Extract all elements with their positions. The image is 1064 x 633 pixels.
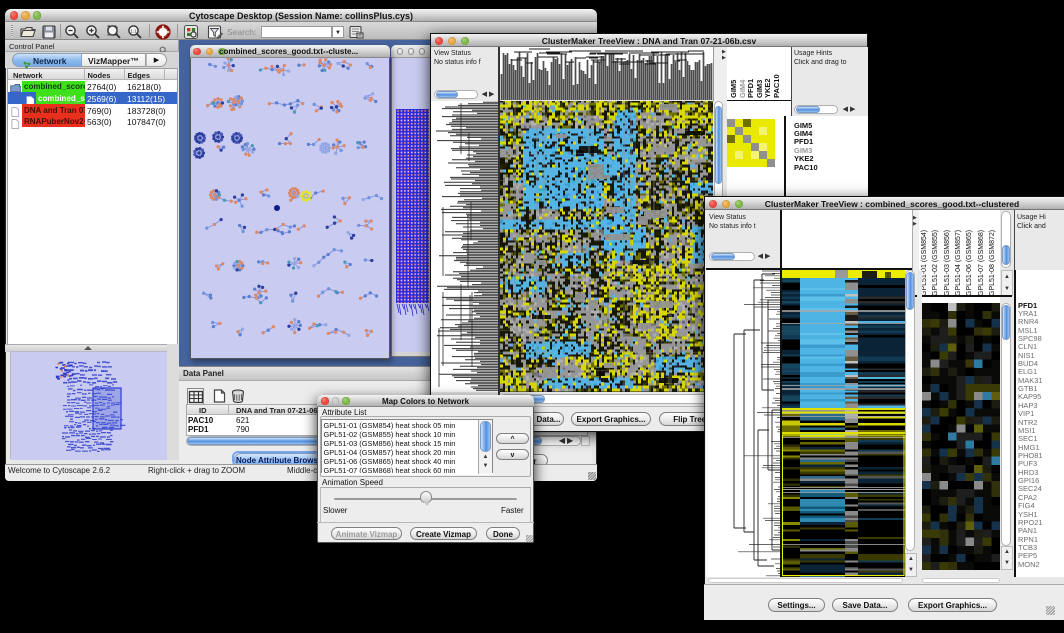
svg-text:1:1: 1:1 <box>130 28 137 33</box>
